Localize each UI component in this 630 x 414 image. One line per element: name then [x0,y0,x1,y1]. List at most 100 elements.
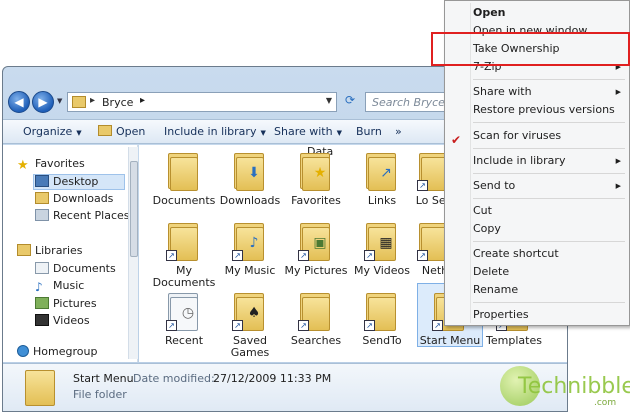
nav-videos[interactable]: Videos [35,314,90,330]
chevron-down-icon: ▼ [76,129,82,137]
nav-homegroup[interactable]: Homegroup [17,345,97,361]
organize-button[interactable]: Organize ▼ [23,125,82,138]
menu-item-send-to[interactable]: Send to [473,178,515,194]
recent-pages-dropdown-icon[interactable]: ▼ [57,97,62,105]
favorites-folder-icon: ★ [298,151,334,191]
nav-documents[interactable]: Documents [35,262,116,278]
include-label: Include in library [164,125,257,138]
nav-label: Videos [53,314,90,327]
nav-label: Favorites [35,157,85,170]
folder-icon [25,370,55,406]
watermark-suffix: .com [594,398,617,408]
homegroup-icon [17,345,29,357]
submenu-arrow-icon: ▶ [615,157,621,165]
menu-separator [473,79,625,80]
menu-item-scan-viruses[interactable]: Scan for viruses [473,128,561,144]
breadcrumb-bryce[interactable]: Bryce [102,96,133,109]
folder-documents[interactable]: Documents [151,151,217,207]
star-icon: ★ [17,158,29,173]
open-button[interactable]: Open [98,125,145,138]
menu-separator [473,122,625,123]
recent-clock-icon: ◷ ↗ [166,291,202,331]
refresh-icon[interactable]: ⟳ [341,93,359,111]
include-in-library-button[interactable]: Include in library ▼ [164,125,266,138]
submenu-arrow-icon: ▶ [615,88,621,96]
breadcrumb-separator-icon[interactable]: ▸ [140,95,145,106]
folder-my-documents[interactable]: ↗ My Documents [151,221,217,289]
menu-item-rename[interactable]: Rename [473,282,518,298]
menu-item-restore-previous[interactable]: Restore previous versions [473,102,615,118]
menu-separator [473,241,625,242]
nav-label: Music [53,279,85,292]
menu-item-create-shortcut[interactable]: Create shortcut [473,246,559,262]
nav-recent-places[interactable]: Recent Places [35,209,130,225]
folder-searches[interactable]: ↗ Searches [283,291,349,347]
item-label: Recent [164,334,204,347]
folder-sendto[interactable]: ↗ SendTo [349,291,415,347]
nav-pictures[interactable]: Pictures [35,297,97,313]
item-label: My Documents [152,264,216,289]
menu-item-properties[interactable]: Properties [473,307,529,323]
videos-folder-icon: ▦ ↗ [364,221,400,261]
address-dropdown-icon[interactable]: ▼ [326,96,332,105]
videos-icon [35,314,49,326]
item-label: SendTo [362,334,402,347]
open-label: Open [116,125,146,138]
details-modified-label: Date modified: [133,372,215,385]
nav-label: Homegroup [33,345,98,358]
folder-favorites[interactable]: ★ Favorites [283,151,349,207]
libraries-icon [17,244,31,256]
watermark-brand: Technibble [518,374,630,399]
menu-item-delete[interactable]: Delete [473,264,509,280]
folder-my-pictures[interactable]: ▣ ↗ My Pictures [283,221,349,277]
navigation-pane: ★ Favorites Desktop Downloads Recent Plac… [3,145,138,362]
desktop-icon [35,175,49,187]
nav-music[interactable]: ♪ Music [35,279,84,295]
music-folder-icon: ♪ ↗ [232,221,268,261]
folder-saved-games[interactable]: ♠ ↗ Saved Games [217,291,283,359]
documents-icon [35,262,49,274]
item-label: Templates [486,334,542,347]
menu-item-share-with[interactable]: Share with [473,84,532,100]
nav-libraries[interactable]: Libraries [17,244,83,260]
breadcrumb-separator-icon[interactable]: ▸ [90,95,95,106]
chevron-down-icon: ▼ [260,129,266,137]
folder-recent[interactable]: ◷ ↗ Recent [151,291,217,347]
nav-favorites[interactable]: ★ Favorites [17,157,85,173]
more-commands-button[interactable]: » [395,125,402,138]
chevron-down-icon: ▼ [336,129,342,137]
forward-button[interactable]: ▶ [32,91,54,113]
folder-downloads[interactable]: ⬇ Downloads [217,151,283,207]
scrollbar-thumb[interactable] [130,161,138,257]
details-pane: Start Menu Date modified: 27/12/2009 11:… [3,363,567,411]
nav-label: Pictures [53,297,97,310]
nav-scrollbar[interactable] [128,147,138,359]
menu-item-copy[interactable]: Copy [473,221,501,237]
item-label: Favorites [291,194,341,207]
item-label: Downloads [219,194,281,207]
folder-my-music[interactable]: ♪ ↗ My Music [217,221,283,277]
item-label: Links [367,194,397,207]
searches-folder-icon: ↗ [298,291,334,331]
folder-icon [166,151,202,191]
menu-separator [473,302,625,303]
menu-separator [473,198,625,199]
menu-item-open[interactable]: Open [473,5,506,21]
nav-label: Desktop [53,175,99,188]
organize-label: Organize [23,125,73,138]
item-label: Start Menu [419,334,481,347]
menu-item-cut[interactable]: Cut [473,203,492,219]
back-button[interactable]: ◀ [8,91,30,113]
downloads-folder-icon: ⬇ [232,151,268,191]
address-bar[interactable]: ▸ Bryce ▸ ▼ [67,92,337,112]
menu-item-include-library[interactable]: Include in library [473,153,565,169]
folder-links[interactable]: ↗ Links [349,151,415,207]
nav-downloads[interactable]: Downloads [35,192,113,208]
nav-label: Downloads [53,192,114,205]
burn-button[interactable]: Burn [356,125,382,138]
item-label: Searches [290,334,342,347]
details-modified-value: 27/12/2009 11:33 PM [213,372,332,385]
folder-my-videos[interactable]: ▦ ↗ My Videos [349,221,415,277]
share-with-button[interactable]: Share with ▼ [274,125,342,138]
nav-desktop[interactable]: Desktop [33,174,125,190]
